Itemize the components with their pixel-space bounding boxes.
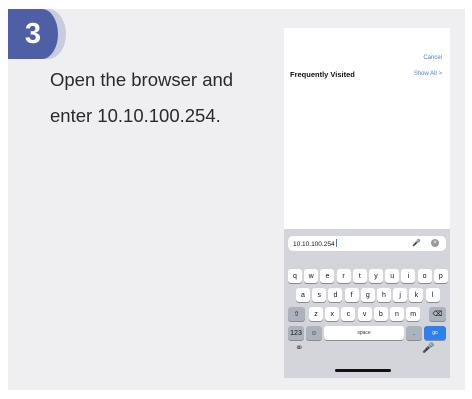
key-p[interactable]: p [433, 269, 448, 283]
frequently-visited-heading: Frequently Visited [290, 70, 355, 79]
instruction-line-1: Open the browser and [50, 69, 234, 90]
dictation-mic-icon[interactable]: 🎤 [422, 343, 434, 354]
key-k[interactable]: k [409, 288, 424, 302]
instruction-text: Open the browser and enter 10.10.100.254… [50, 62, 272, 134]
key-r[interactable]: r [336, 269, 351, 283]
key-i[interactable]: i [401, 269, 416, 283]
key-q[interactable]: q [288, 269, 302, 283]
key-w[interactable]: w [304, 269, 319, 283]
key-c[interactable]: c [341, 307, 356, 321]
key-j[interactable]: j [393, 288, 408, 302]
key-m[interactable]: m [406, 307, 421, 321]
step-badge: 3 [8, 9, 66, 59]
phone-screenshot: Cancel Frequently Visited Show All > 10.… [284, 28, 450, 378]
shift-key[interactable]: ⇧ [288, 307, 305, 321]
backspace-key[interactable]: ⌫ [429, 307, 446, 321]
key-x[interactable]: x [325, 307, 340, 321]
instruction-line-2: enter 10.10.100.254. [50, 105, 221, 126]
step-number: 3 [24, 17, 42, 50]
mic-icon[interactable]: 🎤 [412, 239, 421, 247]
key-o[interactable]: o [417, 269, 432, 283]
key-g[interactable]: g [360, 288, 375, 302]
key-u[interactable]: u [385, 269, 400, 283]
home-indicator [335, 369, 391, 372]
emoji-icon: ☺ [310, 329, 318, 337]
key-a[interactable]: a [296, 288, 310, 302]
url-bar[interactable]: 10.10.100.254 🎤 × [288, 236, 446, 251]
key-123[interactable]: 123 [288, 326, 304, 340]
backspace-icon: ⌫ [432, 311, 443, 318]
key-n[interactable]: n [390, 307, 404, 321]
key-z[interactable]: z [309, 307, 323, 321]
period-key[interactable]: . [406, 326, 422, 340]
key-e[interactable]: e [320, 269, 335, 283]
key-y[interactable]: y [369, 269, 383, 283]
key-d[interactable]: d [328, 288, 343, 302]
clear-icon[interactable]: × [431, 239, 439, 247]
key-v[interactable]: v [357, 307, 372, 321]
cancel-button[interactable]: Cancel [423, 55, 442, 61]
shift-icon: ⇧ [293, 311, 300, 318]
key-b[interactable]: b [373, 307, 388, 321]
show-all-link[interactable]: Show All > [414, 71, 442, 77]
space-key[interactable]: space [324, 326, 404, 340]
keyboard: 10.10.100.254 🎤 × qwertyuiop asdfghjkl ⇧… [284, 229, 450, 378]
key-t[interactable]: t [352, 269, 367, 283]
key-f[interactable]: f [344, 288, 359, 302]
emoji-key[interactable]: ☺ [306, 326, 322, 340]
key-h[interactable]: h [377, 288, 391, 302]
url-input[interactable]: 10.10.100.254 [293, 239, 337, 248]
globe-icon[interactable]: ⚭ [295, 343, 303, 354]
key-l[interactable]: l [425, 288, 440, 302]
go-key[interactable]: go [424, 326, 446, 340]
key-s[interactable]: s [312, 288, 327, 302]
